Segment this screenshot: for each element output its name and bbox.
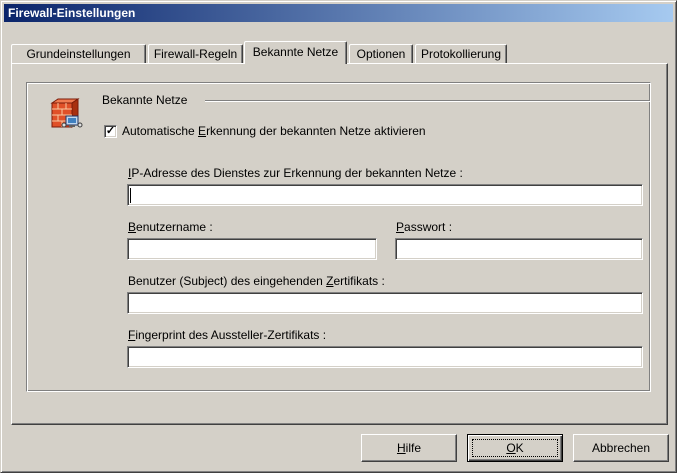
help-button[interactable]: Hilfe	[361, 434, 457, 462]
ok-button[interactable]: OK	[467, 434, 563, 462]
tab-protokollierung[interactable]: Protokollierung	[415, 44, 507, 63]
firewall-settings-dialog: Firewall-Einstellungen Grundeinstellunge…	[0, 0, 677, 473]
tab-bekannte-netze[interactable]: Bekannte Netze	[244, 41, 347, 64]
cancel-button[interactable]: Abbrechen	[573, 434, 669, 462]
tab-firewall-regeln[interactable]: Firewall-Regeln	[148, 44, 243, 63]
tab-panel-bekannte-netze	[11, 63, 668, 425]
window-title: Firewall-Einstellungen	[4, 4, 673, 22]
tab-optionen[interactable]: Optionen	[349, 44, 413, 63]
focus-rectangle	[472, 439, 558, 457]
tab-grundeinstellungen[interactable]: Grundeinstellungen	[11, 44, 146, 63]
